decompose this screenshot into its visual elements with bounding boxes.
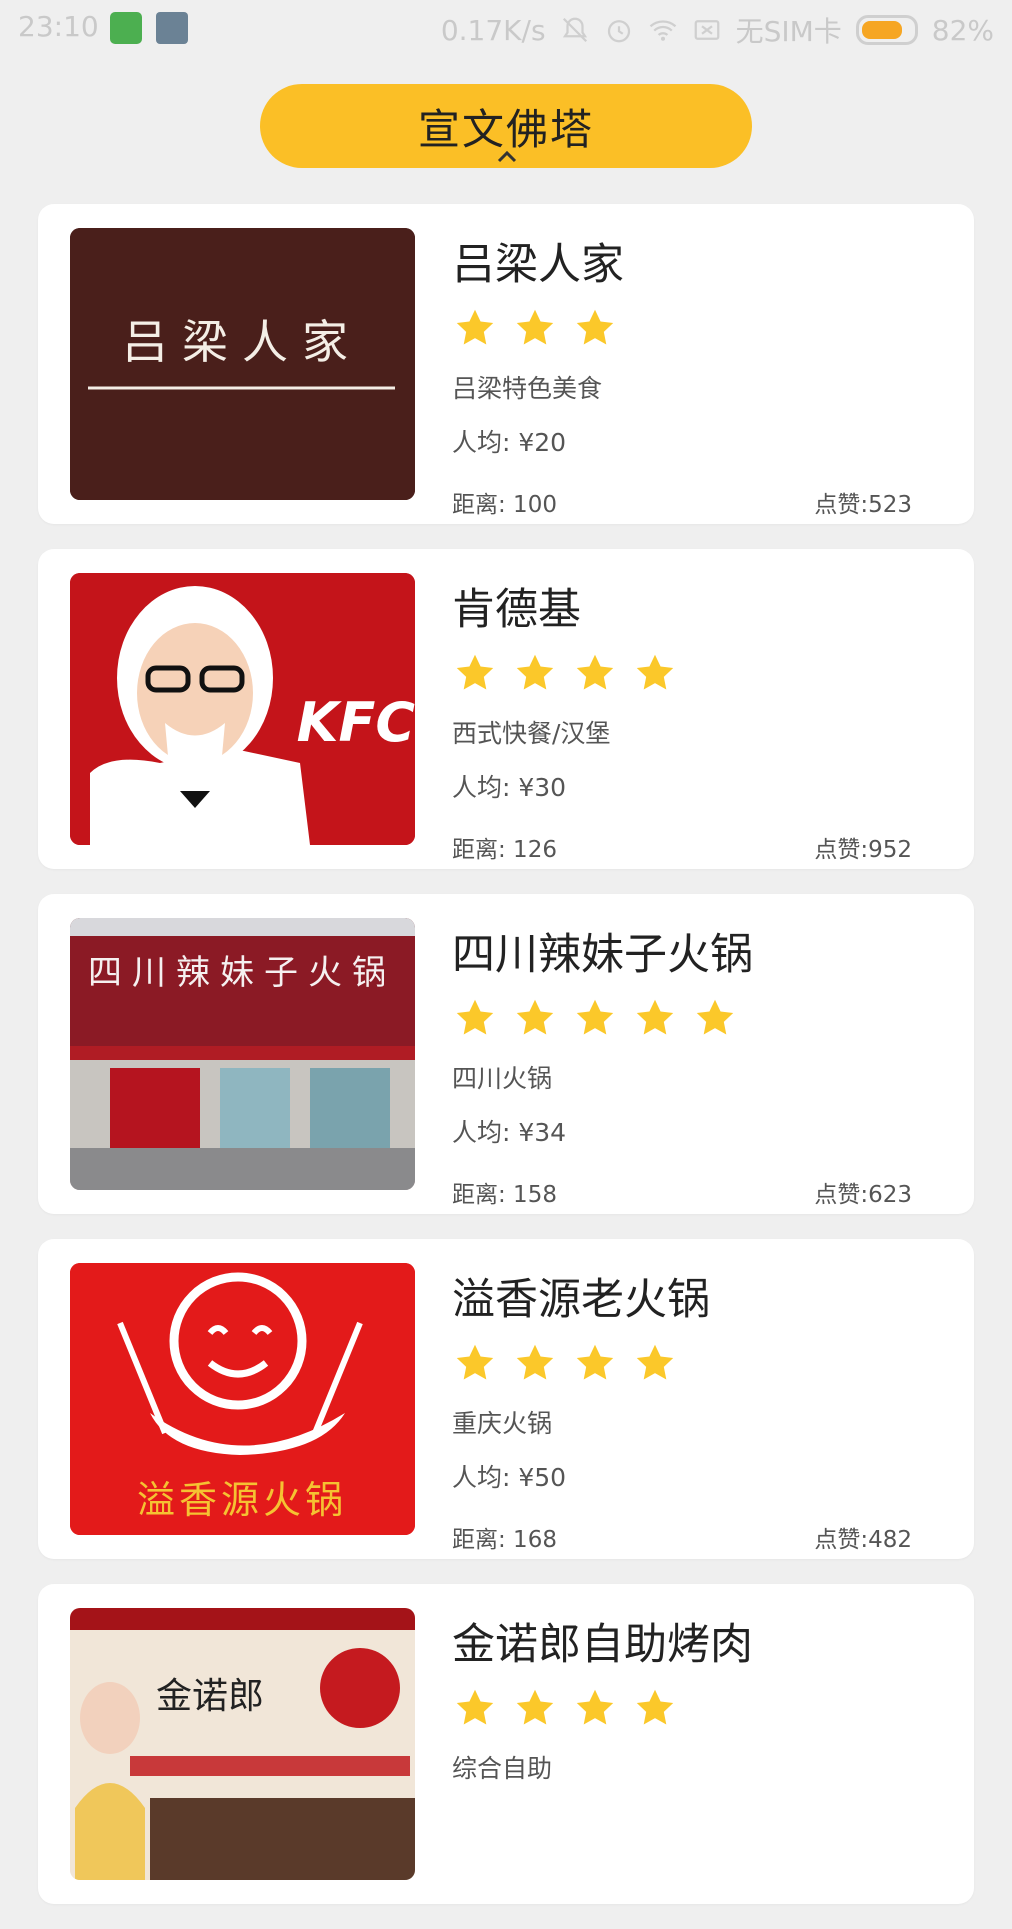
star-icon bbox=[696, 999, 734, 1035]
distance: 距离: 100 bbox=[452, 492, 557, 518]
restaurant-info: 四川辣妹子火锅 四川火锅 人均: ¥34 距离: 158 点赞:623 bbox=[452, 924, 952, 1209]
meta-row: 距离: 126 点赞:952 bbox=[452, 830, 952, 863]
star-icon bbox=[576, 309, 614, 345]
meta-row: 距离: 158 点赞:623 bbox=[452, 1175, 952, 1208]
distance: 距离: 158 bbox=[452, 1182, 557, 1208]
rating-stars bbox=[452, 1685, 952, 1731]
star-icon bbox=[576, 999, 614, 1035]
rating-stars bbox=[452, 995, 952, 1041]
restaurant-image: 吕梁人家 bbox=[70, 228, 415, 500]
restaurant-card[interactable]: KFC 肯德基 西式快餐/汉堡 人均: ¥30 距离: 126 点赞:952 bbox=[38, 549, 974, 869]
restaurant-name: 肯德基 bbox=[452, 585, 581, 635]
meta-row: 距离: 100 点赞:523 bbox=[452, 485, 952, 518]
status-time: 23:10 bbox=[18, 10, 99, 43]
restaurant-image: 四川辣妹子火锅 bbox=[70, 918, 415, 1190]
battery-icon bbox=[855, 15, 918, 45]
star-icon bbox=[516, 999, 554, 1035]
star-icon bbox=[636, 1689, 674, 1725]
restaurant-card[interactable]: 金诺郎 金诺郎自助烤肉 综合自助 bbox=[38, 1584, 974, 1904]
restaurant-logo-text: 溢香源火锅 bbox=[137, 1478, 347, 1522]
restaurant-logo-text: KFC bbox=[297, 691, 415, 754]
restaurant-name: 吕梁人家 bbox=[452, 240, 624, 290]
likes-count: 点赞:482 bbox=[814, 1527, 912, 1553]
likes-count: 点赞:523 bbox=[814, 492, 912, 518]
restaurant-name: 溢香源老火锅 bbox=[452, 1275, 710, 1325]
battery-percent: 82% bbox=[931, 13, 994, 47]
restaurant-category: 四川火锅 bbox=[452, 1064, 553, 1093]
status-right-group: 0.17K/s 无SIM卡 82% bbox=[441, 10, 994, 50]
star-icon bbox=[456, 1689, 494, 1725]
star-icon bbox=[456, 654, 494, 690]
restaurant-name: 金诺郎自助烤肉 bbox=[452, 1620, 753, 1670]
likes-count: 点赞:952 bbox=[814, 837, 912, 863]
restaurant-list: 吕梁人家 吕梁人家 吕梁特色美食 人均: ¥20 距离: 100 点赞:523 bbox=[38, 204, 974, 1929]
no-sim-icon bbox=[694, 20, 719, 40]
restaurant-image: KFC bbox=[70, 573, 415, 845]
star-icon bbox=[576, 1344, 614, 1380]
star-icon bbox=[636, 1344, 674, 1380]
note-notification-icon bbox=[156, 12, 188, 44]
rating-stars bbox=[452, 1340, 952, 1386]
restaurant-image: 溢香源火锅 bbox=[70, 1263, 415, 1535]
restaurant-logo-text: 四川辣妹子火锅 bbox=[88, 953, 396, 993]
star-icon bbox=[456, 1344, 494, 1380]
restaurant-info: 溢香源老火锅 重庆火锅 人均: ¥50 距离: 168 点赞:482 bbox=[452, 1269, 952, 1554]
restaurant-logo-text: 金诺郎 bbox=[156, 1676, 264, 1717]
meta-row: 距离: 168 点赞:482 bbox=[452, 1520, 952, 1553]
average-price: 人均: ¥34 bbox=[452, 1118, 567, 1147]
star-icon bbox=[636, 999, 674, 1035]
restaurant-info: 金诺郎自助烤肉 综合自助 bbox=[452, 1614, 952, 1839]
wifi-icon bbox=[649, 20, 676, 41]
star-icon bbox=[516, 1344, 554, 1380]
mute-bell-icon bbox=[562, 17, 587, 43]
restaurant-name: 四川辣妹子火锅 bbox=[452, 930, 753, 980]
status-bar: 23:10 0.17K/s 无SIM卡 82% bbox=[0, 0, 1012, 56]
star-icon bbox=[636, 654, 674, 690]
restaurant-category: 吕梁特色美食 bbox=[452, 374, 603, 403]
restaurant-category: 重庆火锅 bbox=[452, 1409, 553, 1438]
restaurant-card[interactable]: 吕梁人家 吕梁人家 吕梁特色美食 人均: ¥20 距离: 100 点赞:523 bbox=[38, 204, 974, 524]
restaurant-card[interactable]: 溢香源火锅 溢香源老火锅 重庆火锅 人均: ¥50 距离: 168 点赞:482 bbox=[38, 1239, 974, 1559]
star-icon bbox=[576, 1689, 614, 1725]
rating-stars bbox=[452, 650, 952, 696]
restaurant-card[interactable]: 四川辣妹子火锅 四川辣妹子火锅 四川火锅 人均: ¥34 距离: 158 点赞:… bbox=[38, 894, 974, 1214]
meta-row bbox=[452, 1811, 952, 1839]
star-icon bbox=[456, 309, 494, 345]
likes-count: 点赞:623 bbox=[814, 1182, 912, 1208]
average-price: 人均: ¥50 bbox=[452, 1463, 567, 1492]
rating-stars bbox=[452, 305, 952, 351]
star-icon bbox=[516, 654, 554, 690]
star-icon bbox=[516, 309, 554, 345]
restaurant-info: 吕梁人家 吕梁特色美食 人均: ¥20 距离: 100 点赞:523 bbox=[452, 234, 952, 519]
restaurant-logo-text: 吕梁人家 bbox=[122, 315, 362, 369]
average-price: 人均: ¥30 bbox=[452, 773, 567, 802]
restaurant-image: 金诺郎 bbox=[70, 1608, 415, 1880]
restaurant-category: 综合自助 bbox=[452, 1754, 553, 1783]
star-icon bbox=[576, 654, 614, 690]
android-notification-icon bbox=[110, 12, 142, 44]
average-price: 人均: ¥20 bbox=[452, 428, 567, 457]
restaurant-info: 肯德基 西式快餐/汉堡 人均: ¥30 距离: 126 点赞:952 bbox=[452, 579, 952, 864]
battery-fill bbox=[861, 21, 903, 39]
network-speed: 0.17K/s bbox=[440, 13, 546, 47]
carrier-label: 无SIM卡 bbox=[735, 15, 842, 48]
distance: 距离: 126 bbox=[452, 837, 557, 863]
star-icon bbox=[516, 1689, 554, 1725]
star-icon bbox=[456, 999, 494, 1035]
alarm-icon bbox=[607, 20, 630, 43]
restaurant-category: 西式快餐/汉堡 bbox=[452, 719, 611, 748]
distance: 距离: 168 bbox=[452, 1527, 557, 1553]
chevron-up-icon bbox=[497, 150, 517, 163]
